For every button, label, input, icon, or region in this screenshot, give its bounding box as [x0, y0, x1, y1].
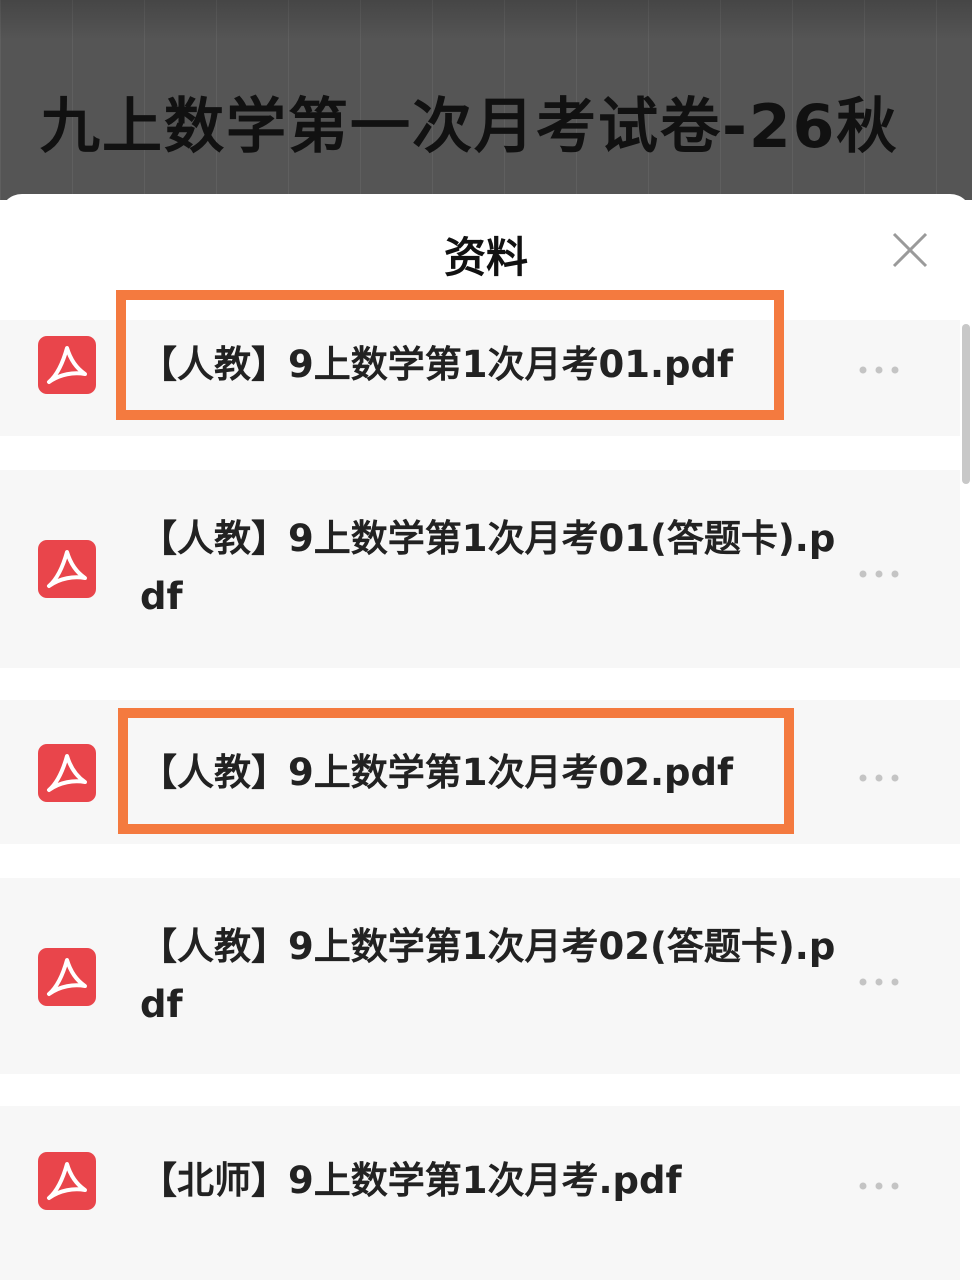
materials-sheet: 资料 【人教】9上数学第1次月考01.pdf 【人教】9上数学第1次月考01(答…: [0, 194, 972, 1280]
more-dots-icon: [859, 366, 899, 374]
pdf-icon: [38, 948, 96, 1006]
more-dots-icon: [859, 978, 899, 986]
more-button[interactable]: [858, 564, 900, 578]
pdf-icon: [38, 540, 96, 598]
file-row[interactable]: 【人教】9上数学第1次月考02.pdf: [0, 700, 960, 844]
file-name: 【北师】9上数学第1次月考.pdf: [140, 1159, 682, 1202]
file-row[interactable]: 【北师】9上数学第1次月考.pdf: [0, 1106, 960, 1280]
file-row[interactable]: 【人教】9上数学第1次月考01.pdf: [0, 320, 960, 436]
page-title: 九上数学第一次月考试卷-26秋: [40, 92, 899, 162]
more-button[interactable]: [858, 768, 900, 782]
file-name: 【人教】9上数学第1次月考02(答题卡).pdf: [140, 925, 836, 1026]
pdf-icon: [38, 336, 96, 394]
file-name: 【人教】9上数学第1次月考01.pdf: [140, 343, 734, 386]
more-dots-icon: [859, 774, 899, 782]
more-button[interactable]: [858, 972, 900, 986]
file-row[interactable]: 【人教】9上数学第1次月考01(答题卡).pdf: [0, 470, 960, 668]
file-list: 【人教】9上数学第1次月考01.pdf 【人教】9上数学第1次月考01(答题卡)…: [0, 194, 972, 1280]
more-dots-icon: [859, 570, 899, 578]
backdrop-page: 九上数学第一次月考试卷-26秋: [0, 0, 972, 200]
file-row[interactable]: 【人教】9上数学第1次月考02(答题卡).pdf: [0, 878, 960, 1074]
more-button[interactable]: [858, 360, 900, 374]
scrollbar[interactable]: [962, 324, 970, 484]
file-name: 【人教】9上数学第1次月考02.pdf: [140, 751, 734, 794]
pdf-icon: [38, 1152, 96, 1210]
more-button[interactable]: [858, 1176, 900, 1190]
file-name: 【人教】9上数学第1次月考01(答题卡).pdf: [140, 517, 836, 618]
pdf-icon: [38, 744, 96, 802]
more-dots-icon: [859, 1182, 899, 1190]
